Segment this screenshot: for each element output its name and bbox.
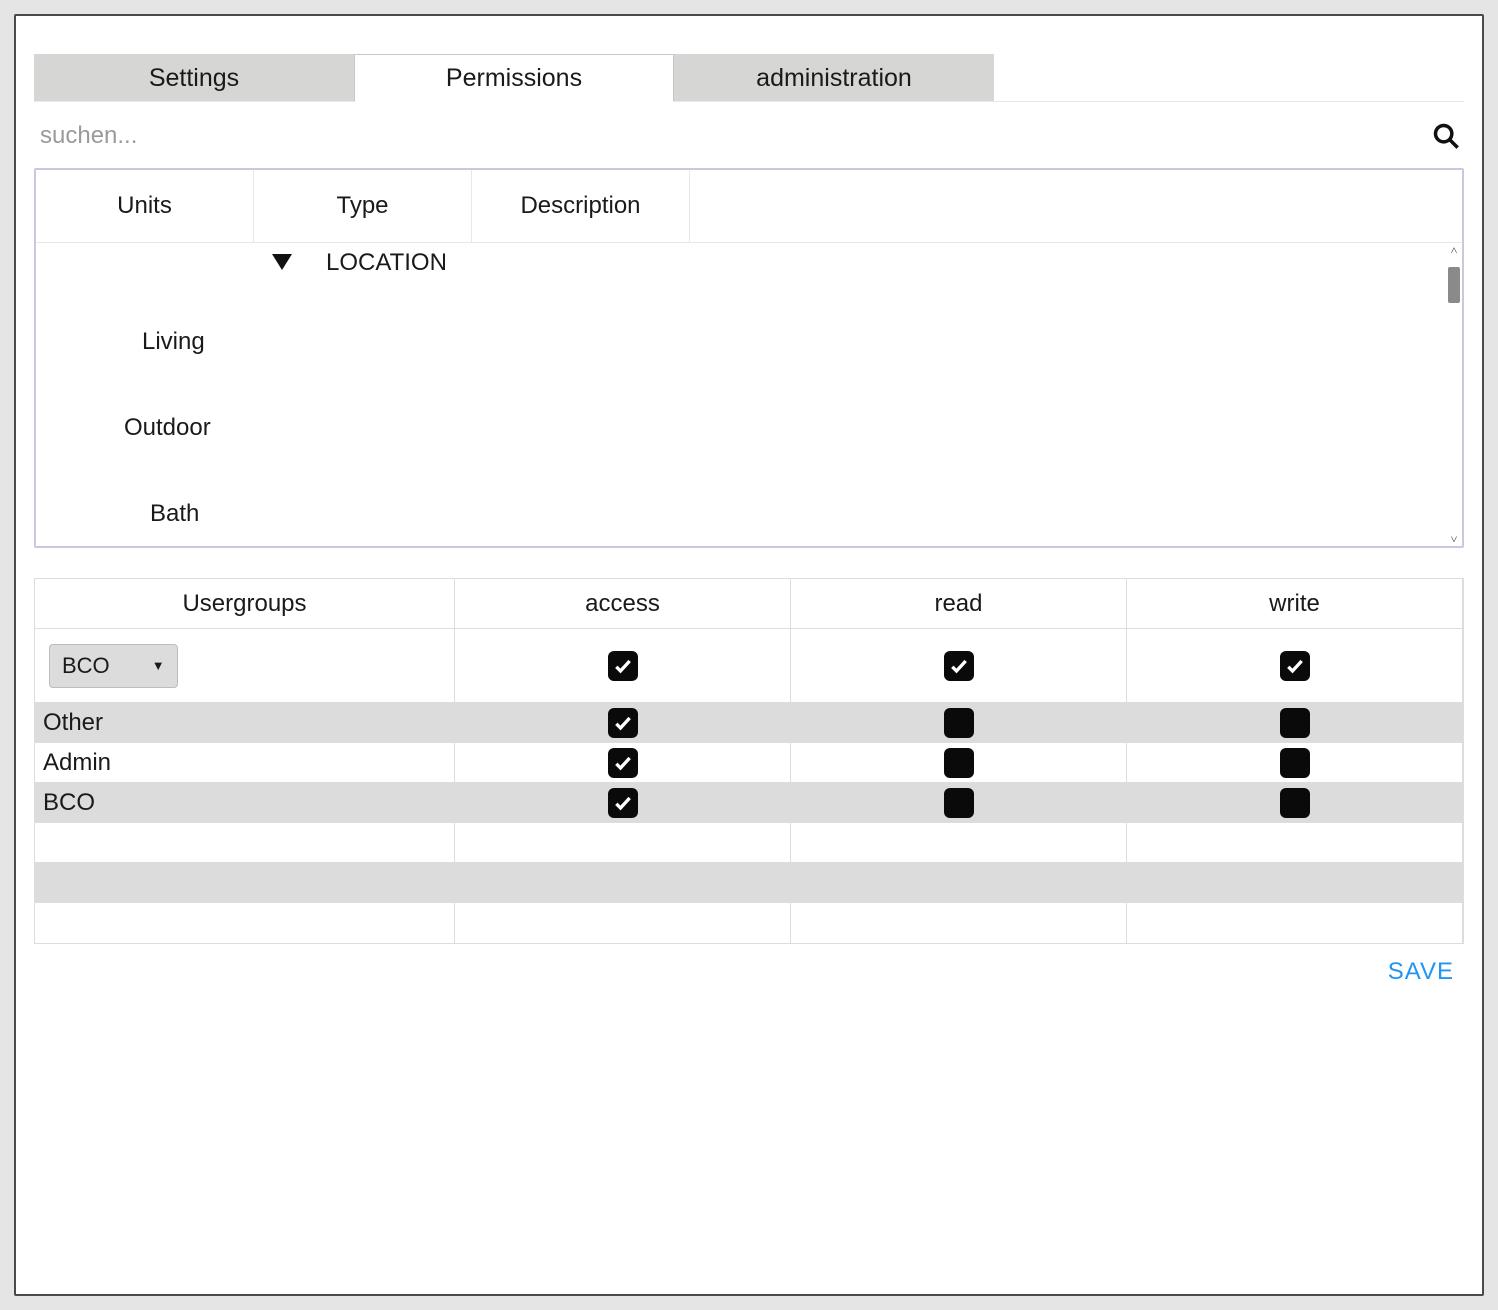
tree-scrollbar[interactable]: ˄ ˅ (1446, 243, 1462, 546)
chevron-down-icon: ▼ (152, 658, 165, 673)
tab-label: Settings (149, 64, 239, 93)
scroll-thumb[interactable] (1448, 267, 1460, 303)
tab-bar: Settings Permissions administration (34, 54, 1464, 102)
usergroup-cell: Other (35, 703, 455, 742)
access-checkbox[interactable] (608, 748, 638, 778)
usergroup-cell: Admin (35, 743, 455, 782)
empty-cell (791, 903, 1127, 943)
write-checkbox[interactable] (1280, 748, 1310, 778)
tree-item-label: Bath (150, 500, 199, 528)
permissions-row-empty (35, 903, 1463, 943)
access-checkbox[interactable] (608, 788, 638, 818)
search-row (34, 114, 1464, 158)
column-header-type[interactable]: Type (254, 170, 472, 242)
empty-cell (455, 823, 791, 862)
save-button[interactable]: SAVE (1388, 958, 1454, 986)
tree-item-label: Outdoor (124, 414, 211, 442)
read-checkbox[interactable] (944, 651, 974, 681)
tree-item[interactable]: Bath (46, 485, 1462, 543)
tab-permissions[interactable]: Permissions (354, 54, 674, 102)
empty-cell (791, 823, 1127, 862)
usergroup-cell: BCO (35, 783, 455, 822)
tree-header: Units Type Description (36, 170, 1462, 243)
write-checkbox[interactable] (1280, 651, 1310, 681)
empty-cell (1127, 863, 1463, 902)
tabs-underline (34, 101, 1464, 102)
empty-cell (455, 903, 791, 943)
write-checkbox[interactable] (1280, 708, 1310, 738)
empty-cell (455, 863, 791, 902)
usergroup-cell (35, 823, 455, 862)
access-checkbox[interactable] (608, 651, 638, 681)
column-header-access[interactable]: access (455, 579, 791, 628)
collapse-icon[interactable] (272, 253, 292, 273)
column-header-units[interactable]: Units (36, 170, 254, 242)
tab-settings[interactable]: Settings (34, 54, 354, 102)
tree-group-row[interactable]: LOCATION (46, 243, 1462, 283)
tab-label: Permissions (446, 64, 582, 93)
permissions-row-empty (35, 863, 1463, 903)
column-header-description[interactable]: Description (472, 170, 690, 242)
permissions-row: BCO ▼ (35, 629, 1463, 703)
tree-group-label: LOCATION (326, 249, 447, 277)
permissions-row: BCO (35, 783, 1463, 823)
scroll-down-icon[interactable]: ˅ (1451, 532, 1458, 546)
usergroup-dropdown[interactable]: BCO ▼ (49, 644, 178, 688)
read-checkbox[interactable] (944, 788, 974, 818)
permissions-header-row: Usergroups access read write (35, 579, 1463, 629)
column-header-write[interactable]: write (1127, 579, 1463, 628)
empty-cell (791, 863, 1127, 902)
tree-item[interactable]: Living (46, 313, 1462, 371)
permissions-dialog: Settings Permissions administration Unit… (14, 14, 1484, 1296)
dialog-footer: SAVE (34, 944, 1464, 986)
tree-item-label: Living (142, 328, 205, 356)
tree-body: LOCATION Living Outdoor Bath ˄ ˅ (36, 243, 1462, 546)
tree-item[interactable]: Outdoor (46, 399, 1462, 457)
scroll-up-icon[interactable]: ˄ (1451, 243, 1458, 257)
usergroup-cell: BCO ▼ (35, 629, 455, 702)
tab-label: administration (756, 64, 912, 93)
dropdown-value: BCO (62, 653, 110, 679)
write-checkbox[interactable] (1280, 788, 1310, 818)
search-icon[interactable] (1432, 122, 1460, 150)
permissions-row-empty (35, 823, 1463, 863)
usergroup-cell (35, 863, 455, 902)
usergroup-cell (35, 903, 455, 943)
permissions-row: Admin (35, 743, 1463, 783)
column-header-read[interactable]: read (791, 579, 1127, 628)
read-checkbox[interactable] (944, 748, 974, 778)
empty-cell (1127, 823, 1463, 862)
read-checkbox[interactable] (944, 708, 974, 738)
search-input[interactable] (38, 116, 1422, 156)
unit-tree-panel: Units Type Description LOCATION Living O… (34, 168, 1464, 548)
scroll-track[interactable] (1446, 257, 1462, 532)
column-header-usergroups[interactable]: Usergroups (35, 579, 455, 628)
tab-administration[interactable]: administration (674, 54, 994, 102)
permissions-table: Usergroups access read write BCO ▼ Other (34, 578, 1464, 944)
permissions-row: Other (35, 703, 1463, 743)
access-checkbox[interactable] (608, 708, 638, 738)
empty-cell (1127, 903, 1463, 943)
